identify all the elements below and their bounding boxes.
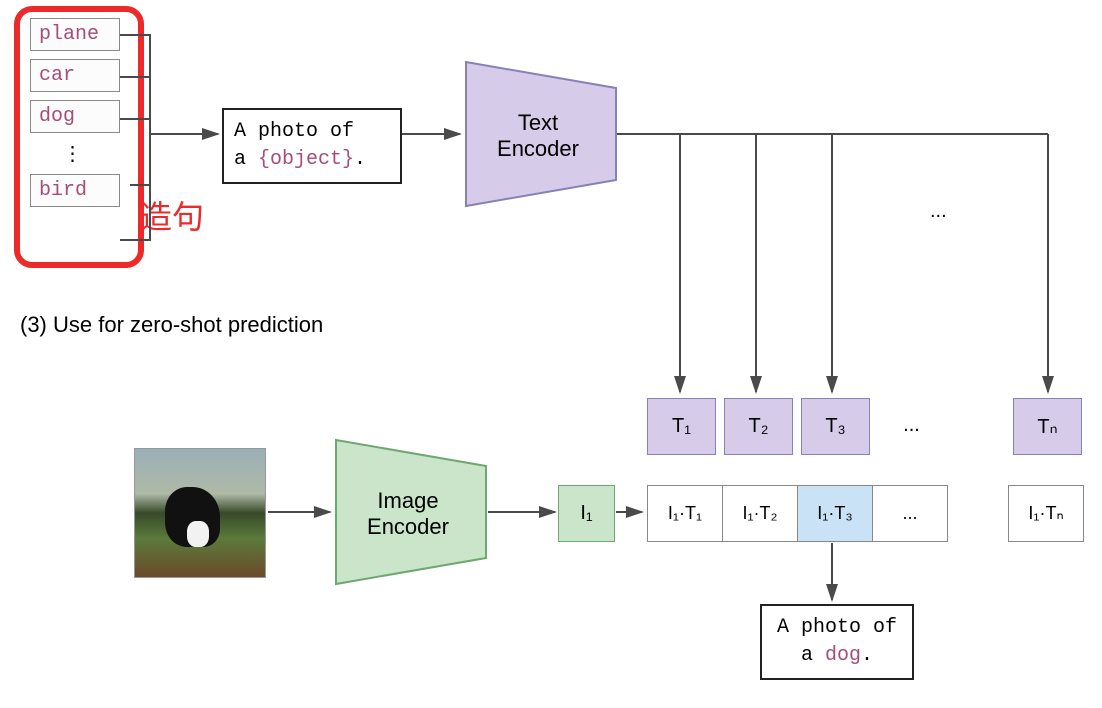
score-i1t1: I₁·T₁ bbox=[647, 485, 723, 542]
prompt-line2-suffix: . bbox=[354, 148, 366, 171]
prompt-template-box: A photo of a {object}. bbox=[222, 108, 402, 184]
score-i1t2: I₁·T₂ bbox=[722, 485, 798, 542]
score-i1t3-highlighted: I₁·T₃ bbox=[797, 485, 873, 542]
result-line1: A photo of bbox=[777, 616, 897, 639]
text-embedding-ellipsis: ... bbox=[878, 398, 945, 453]
image-embedding-i1: I₁ bbox=[558, 485, 615, 542]
prompt-line1: A photo of bbox=[234, 120, 354, 143]
text-embedding-t1: T₁ bbox=[647, 398, 716, 455]
score-i1tn: I₁·Tₙ bbox=[1008, 485, 1084, 542]
encoder-output-ellipsis: ... bbox=[930, 200, 947, 223]
input-image bbox=[134, 448, 266, 578]
text-embedding-t2: T₂ bbox=[724, 398, 793, 455]
text-embedding-t3: T₃ bbox=[801, 398, 870, 455]
prediction-result-box: A photo of a dog. bbox=[760, 604, 914, 680]
prompt-object-placeholder: {object} bbox=[258, 148, 354, 171]
text-encoder-label: Text Encoder bbox=[488, 110, 588, 162]
dog-chest bbox=[187, 521, 209, 547]
result-line2-prefix: a bbox=[801, 644, 825, 667]
text-embedding-row: T₁ T₂ T₃ ... Tₙ bbox=[647, 398, 1082, 455]
result-object: dog bbox=[825, 644, 861, 667]
step-caption: (3) Use for zero-shot prediction bbox=[20, 312, 323, 338]
image-encoder-label: Image Encoder bbox=[358, 488, 458, 540]
similarity-score-row: I₁·T₁ I₁·T₂ I₁·T₃ ... I₁·Tₙ bbox=[647, 485, 1084, 542]
text-embedding-tn: Tₙ bbox=[1013, 398, 1082, 455]
score-ellipsis: ... bbox=[872, 485, 948, 542]
prompt-line2-prefix: a bbox=[234, 148, 258, 171]
result-line2-suffix: . bbox=[861, 644, 873, 667]
